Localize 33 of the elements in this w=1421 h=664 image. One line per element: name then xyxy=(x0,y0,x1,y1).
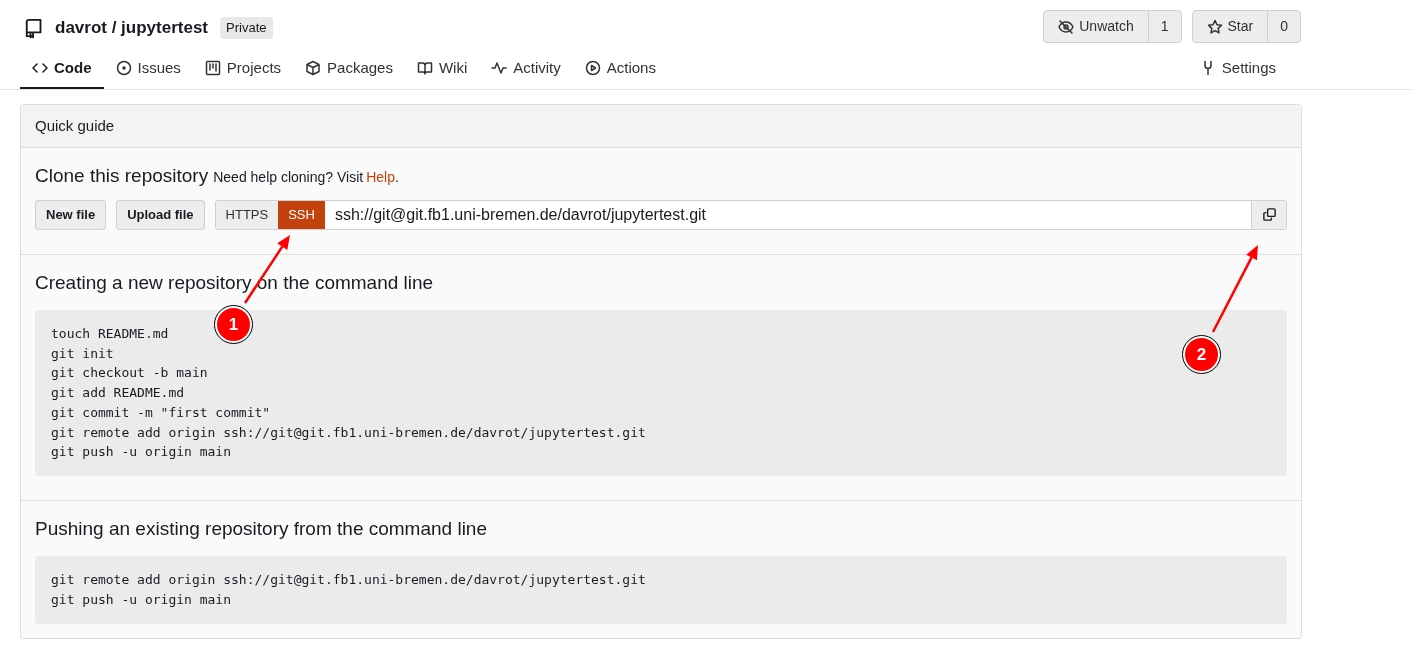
repository-title[interactable]: davrot / jupytertest xyxy=(55,15,209,41)
issue-icon xyxy=(115,60,132,76)
tab[interactable]: Code xyxy=(20,49,104,89)
visibility-label: Private xyxy=(220,17,273,39)
code-block: git remote add origin ssh://git@git.fb1.uni-bremen.de/davrot/jupytertest.git git push -u origin main xyxy=(35,556,1287,624)
clone-heading: Clone this repository xyxy=(35,164,209,188)
file-button[interactable]: New file xyxy=(35,199,107,230)
code-icon xyxy=(32,60,48,76)
settings-tab[interactable]: Settings xyxy=(1199,49,1276,89)
unwatch-button[interactable]: Unwatch xyxy=(1044,11,1148,42)
project-board-icon xyxy=(204,60,221,76)
help-link[interactable]: Help xyxy=(366,167,395,188)
package-icon xyxy=(305,60,322,76)
book-icon xyxy=(416,60,433,76)
help-text: . xyxy=(394,168,399,187)
file-button[interactable]: Upload file xyxy=(116,199,205,230)
section-heading: Pushing an existing repository from the command line xyxy=(35,516,488,541)
panel-title: Quick guide xyxy=(35,115,115,136)
tab[interactable]: Projects xyxy=(192,49,294,89)
star-button[interactable]: Star xyxy=(1192,11,1268,42)
repository-icon xyxy=(23,16,43,39)
star-icon xyxy=(1206,18,1223,35)
play-circle-icon xyxy=(584,60,601,76)
tab[interactable]: Activity xyxy=(479,49,573,89)
pulse-icon xyxy=(491,60,508,76)
unwatch-count[interactable]: 1 xyxy=(1147,11,1181,42)
tab[interactable]: Issues xyxy=(103,49,193,89)
tab[interactable]: Wiki xyxy=(404,49,480,89)
tab[interactable]: Packages xyxy=(293,49,405,89)
help-text: Need help cloning? Visit xyxy=(213,168,364,187)
tab[interactable]: Actions xyxy=(572,49,668,89)
eye-slash-icon xyxy=(1058,18,1075,35)
star-count[interactable]: 0 xyxy=(1267,11,1300,42)
